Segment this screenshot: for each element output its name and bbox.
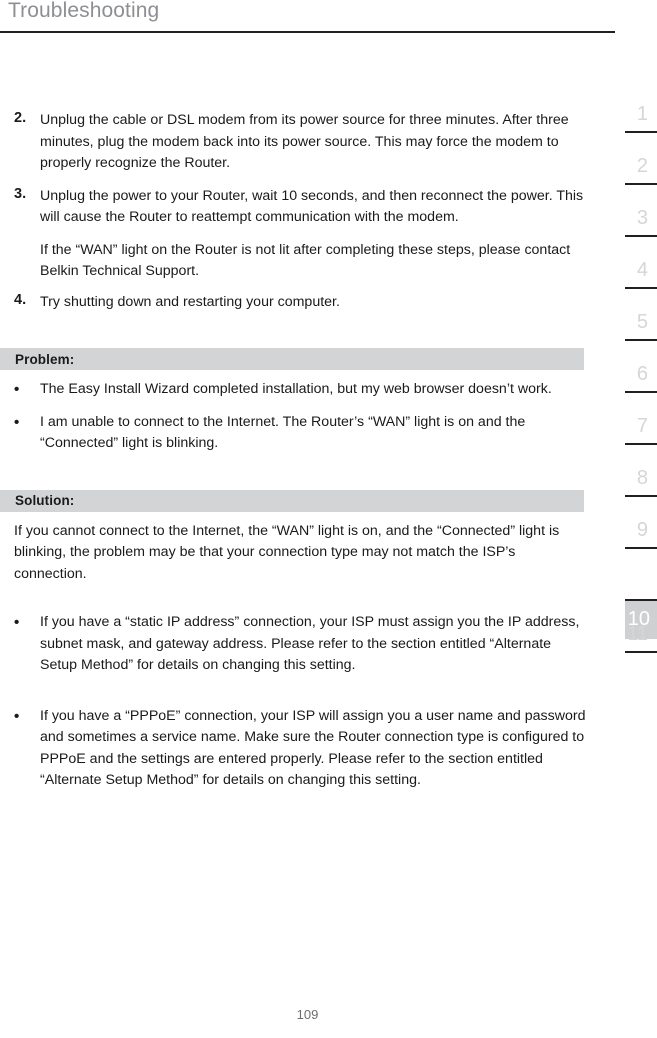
numbered-step: 4. Try shutting down and restarting your… bbox=[0, 292, 590, 314]
solution-bullet: • If you have a “static IP address” conn… bbox=[0, 612, 590, 677]
tab-divider bbox=[625, 131, 657, 133]
section-tab-4[interactable]: 4 bbox=[600, 252, 657, 304]
section-tab-label: 4 bbox=[636, 259, 648, 281]
page-header: Troubleshooting bbox=[0, 0, 615, 34]
bullet-icon: • bbox=[14, 413, 20, 431]
solution-banner-label: Solution: bbox=[15, 493, 75, 508]
section-tab-label: 5 bbox=[636, 311, 648, 333]
header-divider bbox=[0, 31, 615, 33]
section-tab-label: 2 bbox=[636, 155, 648, 177]
page-number: 109 bbox=[296, 1007, 319, 1022]
problem-bullet-text: The Easy Install Wizard completed instal… bbox=[40, 381, 552, 397]
section-tab-7[interactable]: 7 bbox=[600, 408, 657, 460]
tab-divider bbox=[625, 547, 657, 549]
bullet-icon: • bbox=[14, 707, 20, 725]
problem-bullet: • I am unable to connect to the Internet… bbox=[0, 412, 590, 455]
section-tab-label: 3 bbox=[636, 207, 648, 229]
bullet-icon: • bbox=[14, 381, 20, 398]
problem-banner-label: Problem: bbox=[15, 351, 75, 367]
numbered-step: 2. Unplug the cable or DSL modem from it… bbox=[0, 110, 590, 175]
solution-bullet-text: If you have a “static IP address” connec… bbox=[40, 614, 580, 673]
tab-divider bbox=[625, 443, 657, 445]
tab-divider bbox=[625, 495, 657, 497]
section-tab-label: 1 bbox=[636, 103, 648, 125]
numbered-step: 3. Unplug the power to your Router, wait… bbox=[0, 186, 590, 229]
page-title: Troubleshooting bbox=[8, 0, 160, 22]
section-tab-5[interactable]: 5 bbox=[600, 304, 657, 356]
section-tab-label: 10 bbox=[627, 608, 650, 630]
step-marker: 2. bbox=[14, 110, 27, 126]
section-tab-9[interactable]: 9 bbox=[600, 512, 657, 564]
tab-divider bbox=[625, 651, 657, 653]
section-tab-label: 8 bbox=[636, 467, 648, 489]
step-marker: 3. bbox=[14, 185, 27, 202]
tab-divider bbox=[625, 339, 657, 341]
section-tab-3[interactable]: 3 bbox=[600, 200, 657, 252]
tab-divider bbox=[625, 287, 657, 289]
solution-intro: If you cannot connect to the Internet, t… bbox=[14, 522, 560, 582]
section-tab-8[interactable]: 8 bbox=[600, 460, 657, 512]
solution-banner: Solution: bbox=[0, 489, 584, 512]
section-tab-6[interactable]: 6 bbox=[600, 356, 657, 408]
bullet-icon: • bbox=[14, 614, 20, 631]
section-tab-label: 9 bbox=[636, 519, 648, 541]
solution-bullet: • If you have a “PPPoE” connection, your… bbox=[0, 706, 590, 792]
solution-bullet-text: If you have a “PPPoE” connection, your I… bbox=[40, 707, 586, 789]
section-tab-label: 7 bbox=[636, 415, 648, 437]
tab-divider bbox=[625, 235, 657, 237]
section-tab-1[interactable]: 1 bbox=[600, 96, 657, 148]
problem-banner: Problem: bbox=[0, 348, 584, 370]
section-tab-2[interactable]: 2 bbox=[600, 148, 657, 200]
tab-divider bbox=[625, 183, 657, 185]
section-tab-10[interactable]: 10 bbox=[600, 564, 657, 639]
step-marker: 4. bbox=[14, 291, 27, 308]
step-text: Unplug the cable or DSL modem from its p… bbox=[40, 112, 569, 171]
step-note: If the “WAN” light on the Router is not … bbox=[40, 241, 571, 280]
problem-bullet: • The Easy Install Wizard completed inst… bbox=[0, 379, 590, 401]
section-tab-strip: 1 2 3 4 5 6 7 8 9 10 11 bbox=[600, 96, 657, 668]
tab-divider bbox=[625, 599, 657, 601]
problem-bullet-text: I am unable to connect to the Internet. … bbox=[40, 413, 526, 452]
main-content: 2. Unplug the cable or DSL modem from it… bbox=[0, 110, 590, 794]
tab-divider bbox=[625, 391, 657, 393]
section-tab-label: 6 bbox=[636, 363, 648, 385]
step-text: Try shutting down and restarting your co… bbox=[40, 293, 340, 310]
page-footer: 109 bbox=[0, 1006, 615, 1024]
step-text: Unplug the power to your Router, wait 10… bbox=[40, 187, 584, 226]
